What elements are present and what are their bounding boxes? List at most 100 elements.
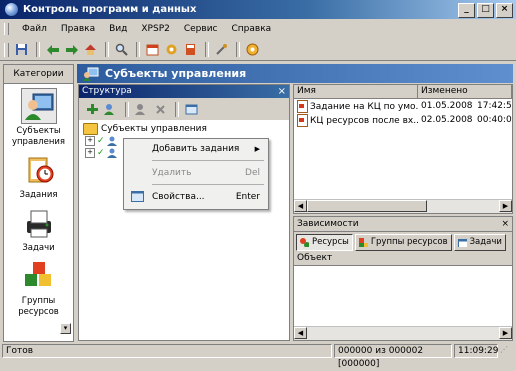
toolbar-separator <box>125 101 129 117</box>
tree-root[interactable]: Субъекты управления <box>83 123 285 135</box>
document-icon <box>297 99 308 113</box>
horizontal-scrollbar[interactable]: ◀ ▶ <box>294 326 512 340</box>
menu-file[interactable]: Файл <box>15 24 54 34</box>
minimize-button[interactable]: _ <box>458 3 475 18</box>
scroll-thumb[interactable] <box>307 200 427 212</box>
resize-grip-icon[interactable]: ⋰ <box>500 345 512 357</box>
scroll-left-button[interactable]: ◀ <box>294 327 307 339</box>
category-assignments-label: Задания <box>19 190 58 200</box>
dependencies-tabs: Ресурсы Группы ресурсов Задачи <box>294 232 512 252</box>
menu-edit[interactable]: Правка <box>54 24 102 34</box>
add-icon[interactable] <box>83 101 100 118</box>
menu-view[interactable]: Вид <box>102 24 134 34</box>
horizontal-scrollbar[interactable]: ◀ ▶ <box>294 199 512 213</box>
maximize-button[interactable]: □ <box>477 3 494 18</box>
window-titlebar[interactable]: Контроль программ и данных _ □ × <box>0 0 516 19</box>
status-counter: 000000 из 000002 [000000] <box>334 344 452 369</box>
scroll-right-button[interactable]: ▶ <box>499 327 512 339</box>
ctx-properties-shortcut: Enter <box>235 191 260 202</box>
tab-resources[interactable]: Ресурсы <box>296 233 353 251</box>
folder-icon <box>83 123 98 135</box>
ctx-properties-label: Свойства... <box>152 191 205 202</box>
toolbar-separator <box>236 42 240 57</box>
user-monitor-icon <box>20 88 57 124</box>
search-icon[interactable] <box>113 41 130 58</box>
row-date: 01.05.2008 <box>421 101 473 111</box>
menu-grip <box>4 23 9 35</box>
toolbar-separator <box>205 42 209 57</box>
home-icon[interactable] <box>82 41 99 58</box>
toolbar-separator <box>175 101 179 117</box>
ctx-separator <box>152 160 264 161</box>
back-arrow-icon[interactable] <box>44 41 61 58</box>
ctx-delete[interactable]: Удалить Del <box>124 163 268 182</box>
column-object[interactable]: Объект <box>294 252 512 265</box>
dependencies-title: Зависимости <box>297 219 359 229</box>
dependencies-header: Зависимости × <box>294 217 512 232</box>
category-tasks[interactable]: Задачи <box>4 206 73 254</box>
add-user-icon[interactable] <box>102 101 119 118</box>
dependencies-close-button[interactable]: × <box>501 217 509 231</box>
forward-arrow-icon[interactable] <box>63 41 80 58</box>
remove-user-icon[interactable] <box>133 101 150 118</box>
resources-icon <box>300 237 309 247</box>
list-header: Имя Изменено <box>294 85 512 99</box>
cubes-icon <box>22 259 56 293</box>
printer-stack-icon <box>22 206 56 240</box>
toolbar-separator <box>136 42 140 57</box>
toolbar-separator <box>36 42 40 57</box>
cubes-icon <box>358 237 368 247</box>
dependencies-pane: Зависимости × Ресурсы Группы ресурсов За… <box>293 216 513 341</box>
column-modified[interactable]: Изменено <box>418 85 512 98</box>
properties-icon <box>131 191 144 205</box>
scroll-left-button[interactable]: ◀ <box>294 200 307 212</box>
ctx-delete-shortcut: Del <box>245 167 260 178</box>
tab-tasks-label: Задачи <box>469 237 502 247</box>
category-assignments[interactable]: Задания <box>4 153 73 201</box>
category-subjects[interactable]: Субъекты управления <box>4 88 73 148</box>
user-icon <box>106 148 117 158</box>
gear-icon[interactable] <box>163 41 180 58</box>
menu-help[interactable]: Справка <box>225 24 279 34</box>
row-name: КЦ ресурсов после вх... <box>310 115 418 126</box>
status-bar: Готов 000000 из 000002 [000000] 11:09:29… <box>0 342 516 369</box>
scroll-right-button[interactable]: ▶ <box>499 200 512 212</box>
delete-icon[interactable] <box>152 101 169 118</box>
column-name[interactable]: Имя <box>294 85 418 98</box>
tools-icon[interactable] <box>213 41 230 58</box>
toolbar-separator <box>105 42 109 57</box>
toolbar-grip <box>4 42 9 57</box>
properties-icon[interactable] <box>183 101 200 118</box>
calculator-icon[interactable] <box>182 41 199 58</box>
table-row[interactable]: Задание на КЦ по умо... 01.05.2008 17:42… <box>294 99 512 113</box>
row-time: 17:42:5 <box>477 101 512 111</box>
tab-resource-groups[interactable]: Группы ресурсов <box>354 233 452 251</box>
context-menu: Добавить задания ▶ Удалить Del Свойства.… <box>123 138 269 210</box>
menu-service[interactable]: Сервис <box>177 24 225 34</box>
app-globe-icon <box>4 2 19 17</box>
row-date: 02.05.2008 <box>421 115 473 125</box>
menu-xpsp2[interactable]: XPSP2 <box>134 24 176 34</box>
window-title: Контроль программ и данных <box>23 4 197 15</box>
tab-tasks[interactable]: Задачи <box>453 233 506 251</box>
ctx-properties[interactable]: Свойства... Enter <box>124 187 268 206</box>
sidebar-scroll-down-button[interactable]: ▾ <box>60 323 71 334</box>
status-clock: 11:09:29 <box>454 344 498 358</box>
help-icon[interactable] <box>244 41 261 58</box>
table-row[interactable]: КЦ ресурсов после вх... 02.05.2008 00:40… <box>294 113 512 127</box>
clock-clipboard-icon <box>22 153 56 187</box>
schedule-icon[interactable] <box>144 41 161 58</box>
main-toolbar <box>0 39 516 61</box>
category-subjects-label: Субъекты управления <box>11 126 66 147</box>
save-icon[interactable] <box>13 41 30 58</box>
ctx-add-tasks[interactable]: Добавить задания ▶ <box>124 139 268 158</box>
structure-toolbar <box>79 98 289 120</box>
expand-toggle[interactable]: + <box>85 148 95 158</box>
row-name: Задание на КЦ по умо... <box>310 101 418 112</box>
submenu-arrow-icon: ▶ <box>254 144 260 153</box>
category-resource-groups[interactable]: Группы ресурсов <box>4 259 73 318</box>
structure-close-button[interactable]: × <box>278 85 286 98</box>
close-button[interactable]: × <box>496 3 513 18</box>
expand-toggle[interactable]: + <box>85 136 95 146</box>
structure-title: Структура <box>82 86 132 96</box>
